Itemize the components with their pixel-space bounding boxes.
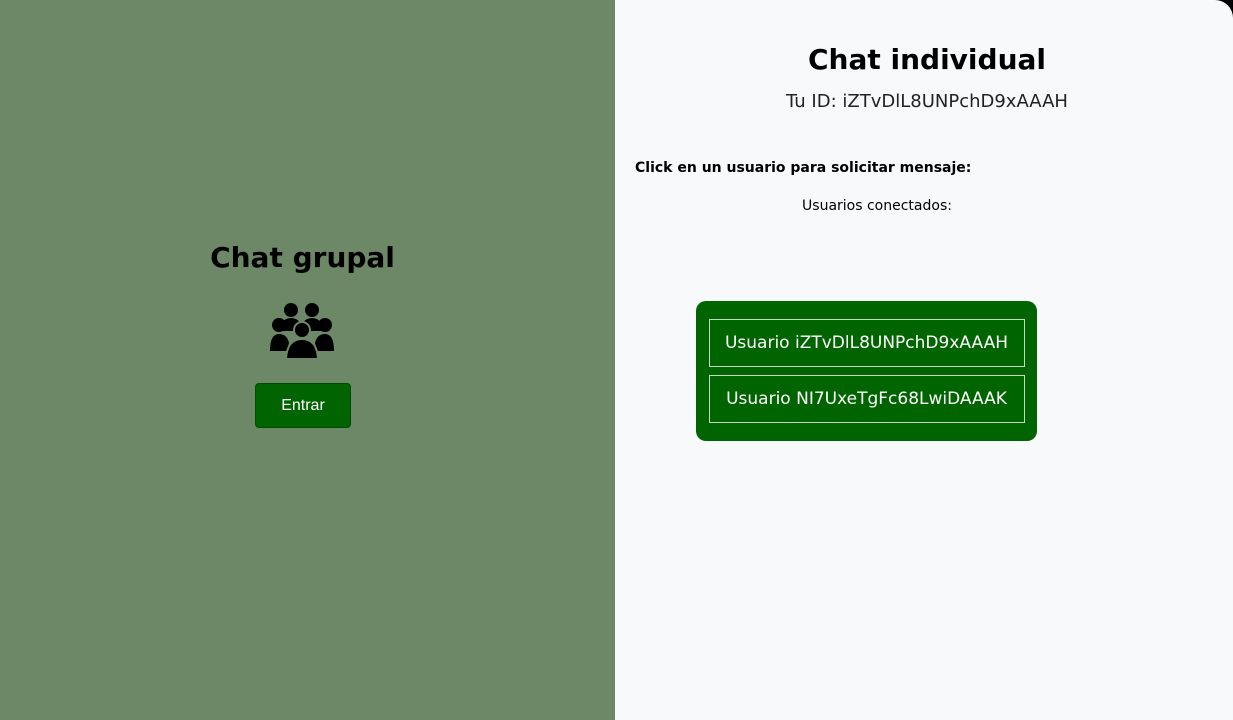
app-page: Chat grupal Entrar Chat individual Tu ID…: [0, 0, 1233, 720]
user-item[interactable]: Usuario iZTvDlL8UNPchD9xAAAH: [708, 319, 1025, 367]
group-chat-title: Chat grupal: [210, 241, 395, 274]
instruction-text: Click en un usuario para solicitar mensa…: [635, 160, 972, 176]
group-chat-panel: Chat grupal Entrar: [0, 0, 615, 720]
individual-chat-title: Chat individual: [808, 43, 1046, 76]
connected-users-label: Usuarios conectados:: [802, 198, 952, 214]
enter-group-chat-button[interactable]: Entrar: [255, 383, 351, 428]
individual-chat-panel: Chat individual Tu ID: iZTvDlL8UNPchD9xA…: [615, 0, 1233, 720]
connected-users-list: Usuario iZTvDlL8UNPchD9xAAAH Usuario NI7…: [696, 301, 1037, 441]
user-item[interactable]: Usuario NI7UxeTgFc68LwiDAAAK: [708, 375, 1025, 423]
users-group-icon: [270, 301, 334, 360]
my-id-text: Tu ID: iZTvDlL8UNPchD9xAAAH: [786, 91, 1068, 112]
